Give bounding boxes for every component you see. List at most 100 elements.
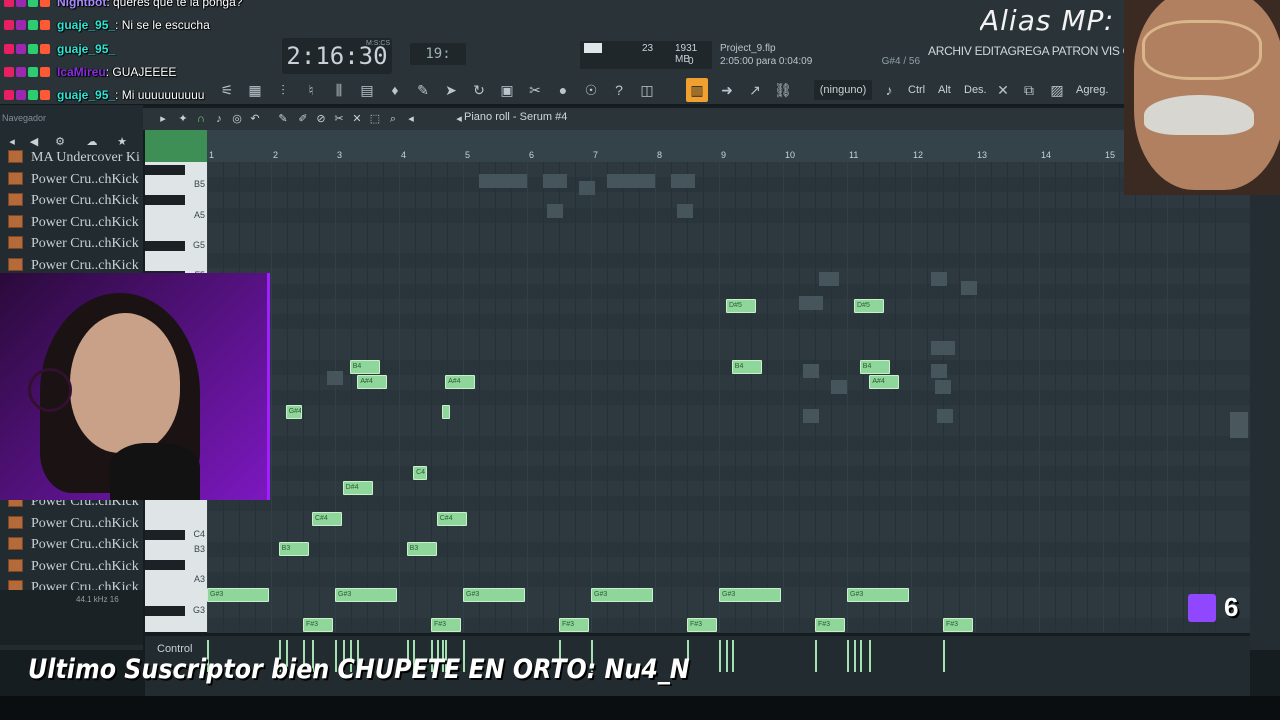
- midi-note[interactable]: A#4: [869, 374, 900, 389]
- eq-icon[interactable]: ⫶: [272, 78, 294, 102]
- pencil-icon[interactable]: ✎: [275, 110, 291, 128]
- browser-item[interactable]: Power Cru..chKick 04: [8, 233, 140, 254]
- chat-username[interactable]: Nightbot: [57, 0, 106, 9]
- paste-icon[interactable]: ▨: [1046, 78, 1068, 102]
- browser-item[interactable]: MA Undercover Kick: [8, 147, 140, 168]
- midi-note[interactable]: G#4: [285, 405, 302, 420]
- refresh-icon[interactable]: ↻: [468, 78, 490, 102]
- browser-item[interactable]: Power Cru..chKick 02: [8, 190, 140, 211]
- vertical-scrollbar[interactable]: [1250, 130, 1280, 650]
- piano-roll-icon[interactable]: ▥: [686, 78, 708, 102]
- midi-note[interactable]: B3: [406, 542, 437, 556]
- plugin-icon[interactable]: ♦: [384, 78, 406, 102]
- midi-note[interactable]: A#4: [445, 374, 476, 389]
- undo-icon[interactable]: ↶: [247, 110, 263, 128]
- alt-button[interactable]: Alt: [938, 80, 951, 100]
- midi-note[interactable]: D#4: [342, 481, 373, 496]
- velocity-bar[interactable]: [943, 640, 945, 672]
- bell-icon[interactable]: ♪: [878, 78, 900, 102]
- browser-icon[interactable]: ▤: [356, 78, 378, 102]
- midi-note[interactable]: A#4: [357, 374, 388, 389]
- midi-note[interactable]: F#3: [431, 618, 461, 632]
- add-button[interactable]: Agreg.: [1076, 80, 1108, 100]
- wrench-icon[interactable]: ✦: [175, 110, 191, 128]
- velocity-bar[interactable]: [847, 640, 849, 672]
- midi-note[interactable]: G#3: [719, 587, 781, 602]
- mute-icon[interactable]: ✕: [349, 110, 365, 128]
- ctrl-button[interactable]: Ctrl: [908, 80, 925, 100]
- velocity-bar[interactable]: [726, 640, 729, 672]
- note-grid[interactable]: D#5 D#5 B4 B4 B4 A#4 A#4 A#4 G#4 C4 D#4 C#4 C#4 B3 B3 G…: [207, 162, 1250, 633]
- velocity-bar[interactable]: [869, 640, 872, 672]
- chat-username[interactable]: IcaMireu: [57, 65, 106, 79]
- midi-note[interactable]: G#3: [463, 587, 525, 602]
- slice-icon[interactable]: ✂: [331, 110, 347, 128]
- chat-icon[interactable]: ☉: [580, 78, 602, 102]
- window-icon[interactable]: ◫: [636, 78, 658, 102]
- cut-icon[interactable]: ✂: [524, 78, 546, 102]
- copy-icon[interactable]: ⧉: [1018, 78, 1040, 102]
- sliders-icon[interactable]: ⫼: [328, 78, 350, 102]
- play-icon[interactable]: ▸: [155, 110, 171, 128]
- timeline-navigator[interactable]: [145, 130, 207, 162]
- note-icon[interactable]: ♪: [211, 110, 227, 128]
- midi-note[interactable]: G#3: [591, 587, 653, 602]
- velocity-bar[interactable]: [815, 640, 817, 672]
- velocity-bar[interactable]: [854, 640, 857, 672]
- browser-item[interactable]: Power Cru..chKick 03: [8, 212, 140, 233]
- midi-note[interactable]: D#5: [726, 298, 757, 313]
- stop-icon[interactable]: ◎: [229, 110, 245, 128]
- midi-note[interactable]: C4: [413, 466, 428, 480]
- tempo-display[interactable]: 19:: [410, 43, 466, 65]
- chat-username[interactable]: guaje_95_: [57, 42, 115, 56]
- midi-note[interactable]: F#3: [687, 618, 717, 632]
- midi-note[interactable]: C#4: [311, 511, 342, 526]
- midi-note[interactable]: B4: [349, 359, 380, 374]
- velocity-bar[interactable]: [859, 640, 862, 672]
- black-key[interactable]: [145, 241, 185, 251]
- midi-note[interactable]: [441, 405, 450, 420]
- help-icon[interactable]: ?: [608, 78, 630, 102]
- black-key[interactable]: [145, 529, 185, 540]
- midi-note[interactable]: G#3: [335, 587, 397, 602]
- tempo-icon[interactable]: ♮: [300, 78, 322, 102]
- browser-item[interactable]: Power Cru..chKick 17: [8, 513, 140, 534]
- arrow-icon[interactable]: ➜: [716, 78, 738, 102]
- black-key[interactable]: [145, 560, 185, 571]
- timeline-ruler[interactable]: 1 2 3 4 5 6 7 8 9 10 11 12 13 14 15: [207, 130, 1250, 162]
- zoom-icon[interactable]: ⌕: [385, 110, 401, 128]
- midi-note[interactable]: F#3: [943, 618, 973, 632]
- pattern-select[interactable]: (ninguno): [814, 80, 872, 100]
- midi-note[interactable]: G#3: [847, 587, 909, 602]
- des-button[interactable]: Des.: [964, 80, 987, 100]
- browser-item[interactable]: Power Cru..chKick 19: [8, 556, 140, 577]
- midi-note[interactable]: G#3: [207, 587, 269, 602]
- paint-icon[interactable]: ✐: [295, 110, 311, 128]
- main-menu[interactable]: ARCHIV EDITAGREGA PATRON VIS OPCIONE: [928, 44, 1128, 66]
- midi-note[interactable]: C#4: [436, 511, 467, 526]
- magnet-icon[interactable]: ∩: [193, 110, 209, 128]
- midi-note[interactable]: D#5: [854, 298, 885, 313]
- pen-icon[interactable]: ✎: [412, 78, 434, 102]
- midi-note[interactable]: B4: [731, 359, 762, 374]
- close-icon[interactable]: ✕: [992, 78, 1014, 102]
- save-icon[interactable]: ▣: [496, 78, 518, 102]
- black-key[interactable]: [145, 165, 185, 175]
- velocity-bar[interactable]: [719, 640, 721, 672]
- browser-item[interactable]: Power Cru..chKick 01: [8, 169, 140, 190]
- link-icon[interactable]: ↗: [744, 78, 766, 102]
- playback-icon[interactable]: ◂: [403, 110, 419, 128]
- select-icon[interactable]: ⬚: [367, 110, 383, 128]
- velocity-bar[interactable]: [731, 640, 734, 672]
- midi-note[interactable]: B4: [859, 359, 890, 374]
- black-key[interactable]: [145, 195, 185, 206]
- scrollbar-thumb[interactable]: [1230, 412, 1248, 438]
- mic-icon[interactable]: ●: [552, 78, 574, 102]
- chat-username[interactable]: guaje_95_: [57, 18, 115, 32]
- delete-icon[interactable]: ⊘: [313, 110, 329, 128]
- record-icon[interactable]: ➤: [440, 78, 462, 102]
- midi-note[interactable]: F#3: [559, 618, 589, 632]
- midi-note[interactable]: F#3: [303, 618, 333, 632]
- midi-note[interactable]: F#3: [815, 618, 845, 632]
- chat-username[interactable]: guaje_95_: [57, 88, 115, 102]
